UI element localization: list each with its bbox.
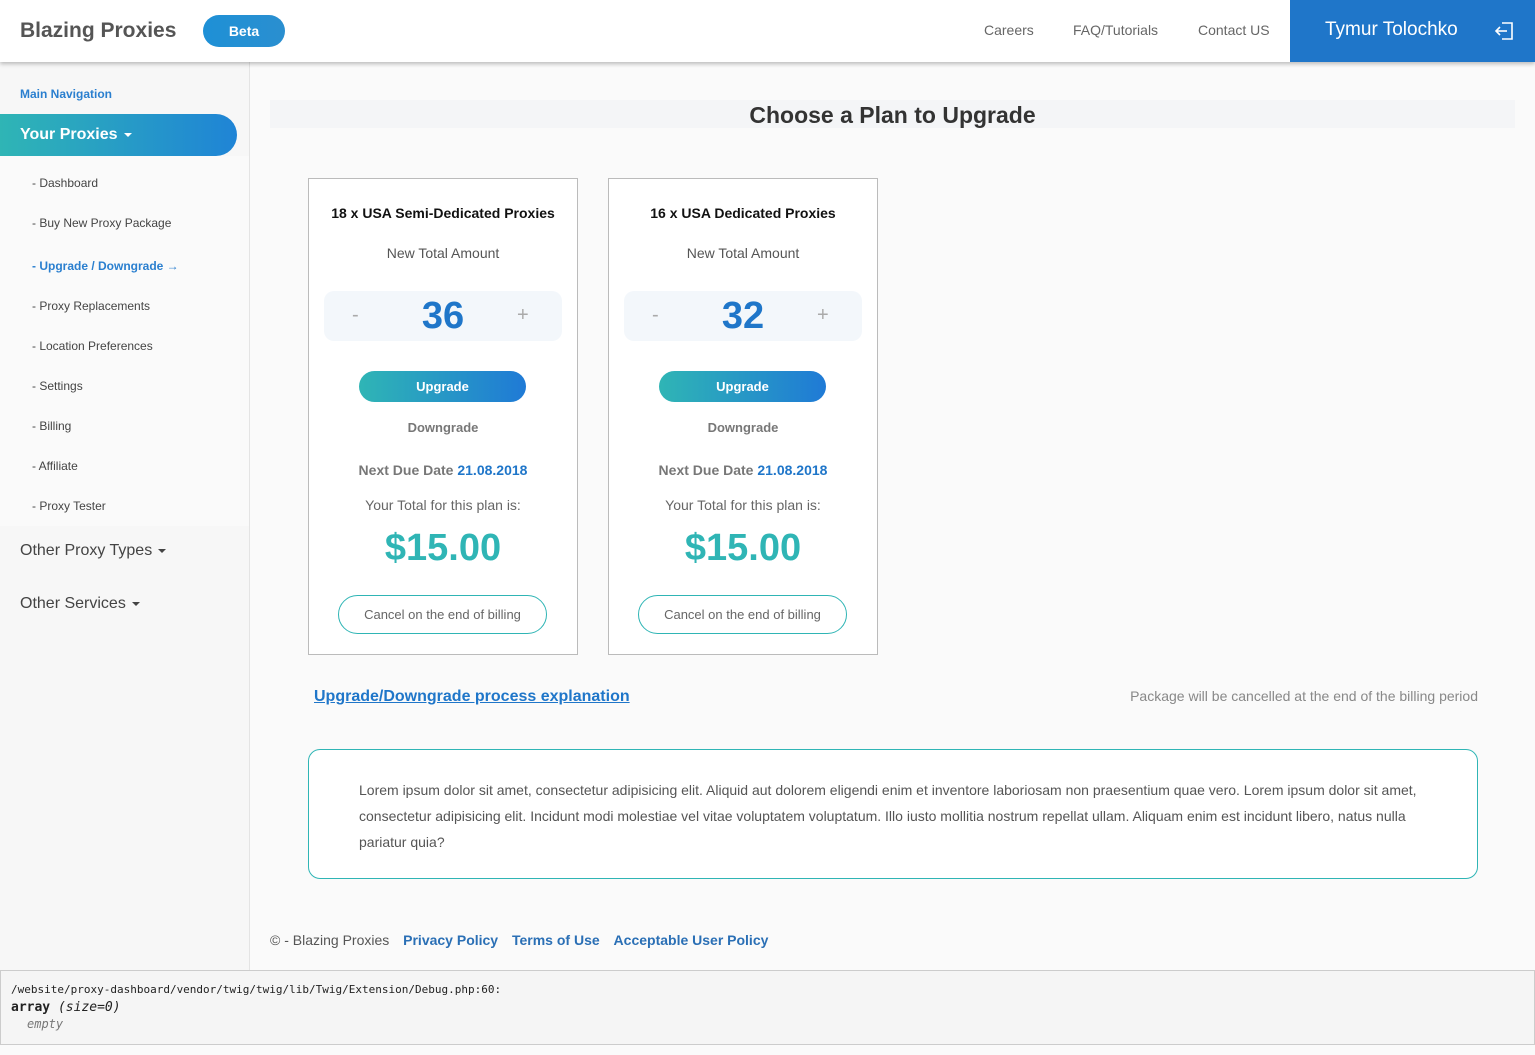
sidebar-group-your-proxies[interactable]: Your Proxies bbox=[0, 114, 237, 156]
sidebar-group-label: Other Services bbox=[20, 595, 126, 612]
plan-card: 16 x USA Dedicated Proxies New Total Amo… bbox=[608, 178, 878, 655]
logout-icon[interactable] bbox=[1493, 19, 1517, 43]
quantity-stepper: - 32 + bbox=[624, 291, 862, 341]
debug-size: (size=0) bbox=[57, 1000, 121, 1015]
debug-output: /website/proxy-dashboard/vendor/twig/twi… bbox=[0, 970, 1535, 1045]
user-menu[interactable]: Tymur Tolochko bbox=[1290, 0, 1535, 62]
plan-subtitle: New Total Amount bbox=[386, 245, 500, 261]
next-due-date: Next Due Date 21.08.2018 bbox=[609, 462, 877, 478]
caret-down-icon bbox=[131, 601, 140, 606]
copyright: © - Blazing Proxies bbox=[270, 932, 390, 948]
sidebar-group-label: Your Proxies bbox=[20, 126, 118, 143]
footer: © - Blazing Proxies Privacy Policy Terms… bbox=[270, 932, 768, 948]
plan-title: 18 x USA Semi-Dedicated Proxies bbox=[331, 205, 555, 221]
sidebar-item-dashboard[interactable]: - Dashboard bbox=[32, 176, 98, 190]
sidebar-heading: Main Navigation bbox=[20, 87, 113, 101]
top-header: Blazing Proxies Beta Careers FAQ/Tutoria… bbox=[0, 0, 1535, 62]
privacy-policy-link[interactable]: Privacy Policy bbox=[403, 932, 498, 948]
caret-down-icon bbox=[123, 132, 132, 137]
quantity-stepper: - 36 + bbox=[324, 291, 562, 341]
debug-type: array (size=0) bbox=[11, 1000, 1524, 1015]
due-label: Next Due Date bbox=[358, 462, 454, 478]
upgrade-button[interactable]: Upgrade bbox=[659, 371, 826, 402]
due-label: Next Due Date bbox=[658, 462, 754, 478]
caret-down-icon bbox=[158, 548, 167, 553]
plan-price: $15.00 bbox=[384, 527, 502, 569]
sidebar-item-proxy-replacements[interactable]: - Proxy Replacements bbox=[32, 299, 150, 313]
sidebar-group-other-services[interactable]: Other Services bbox=[20, 595, 140, 613]
nav-faq-tutorials[interactable]: FAQ/Tutorials bbox=[1073, 22, 1158, 38]
nav-contact-us[interactable]: Contact US bbox=[1198, 22, 1270, 38]
sidebar-item-affiliate[interactable]: - Affiliate bbox=[32, 459, 78, 473]
sidebar-item-location-preferences[interactable]: - Location Preferences bbox=[32, 339, 153, 353]
cancel-billing-button[interactable]: Cancel on the end of billing bbox=[338, 595, 547, 634]
info-box: Lorem ipsum dolor sit amet, consectetur … bbox=[308, 749, 1478, 879]
sidebar-item-proxy-tester[interactable]: - Proxy Tester bbox=[32, 499, 106, 513]
nav-careers[interactable]: Careers bbox=[984, 22, 1034, 38]
user-name[interactable]: Tymur Tolochko bbox=[1325, 19, 1458, 41]
terms-of-use-link[interactable]: Terms of Use bbox=[512, 932, 600, 948]
plan-card: 18 x USA Semi-Dedicated Proxies New Tota… bbox=[308, 178, 578, 655]
acceptable-user-policy-link[interactable]: Acceptable User Policy bbox=[614, 932, 769, 948]
debug-type-name: array bbox=[11, 1000, 51, 1015]
page-title: Choose a Plan to Upgrade bbox=[749, 102, 1036, 128]
sidebar: Main Navigation Your Proxies - Dashboard… bbox=[0, 62, 250, 970]
next-due-date: Next Due Date 21.08.2018 bbox=[309, 462, 577, 478]
total-label: Your Total for this plan is: bbox=[665, 497, 821, 513]
cancel-note: Package will be cancelled at the end of … bbox=[1130, 688, 1478, 704]
sidebar-group-other-proxy-types[interactable]: Other Proxy Types bbox=[20, 542, 167, 560]
info-text: Lorem ipsum dolor sit amet, consectetur … bbox=[359, 782, 1417, 850]
sidebar-group-label: Other Proxy Types bbox=[20, 542, 153, 559]
sidebar-item-upgrade-downgrade[interactable]: - Upgrade / Downgrade → bbox=[32, 259, 179, 273]
sidebar-submenu: - Dashboard - Buy New Proxy Package - Up… bbox=[0, 156, 249, 526]
total-label: Your Total for this plan is: bbox=[365, 497, 521, 513]
sidebar-item-billing[interactable]: - Billing bbox=[32, 419, 71, 433]
process-explanation-link[interactable]: Upgrade/Downgrade process explanation bbox=[314, 688, 630, 706]
increment-button[interactable]: + bbox=[517, 304, 529, 327]
downgrade-button[interactable]: Downgrade bbox=[309, 420, 577, 435]
debug-path: /website/proxy-dashboard/vendor/twig/twi… bbox=[11, 983, 502, 996]
upgrade-button[interactable]: Upgrade bbox=[359, 371, 526, 402]
plan-price: $15.00 bbox=[684, 527, 802, 569]
beta-badge[interactable]: Beta bbox=[203, 15, 285, 47]
sidebar-item-settings[interactable]: - Settings bbox=[32, 379, 83, 393]
increment-button[interactable]: + bbox=[817, 304, 829, 327]
due-date: 21.08.2018 bbox=[757, 462, 828, 478]
plan-title: 16 x USA Dedicated Proxies bbox=[650, 205, 836, 221]
sidebar-item-buy-new-proxy-package[interactable]: - Buy New Proxy Package bbox=[32, 216, 171, 230]
debug-empty: empty bbox=[27, 1017, 64, 1031]
plan-subtitle: New Total Amount bbox=[686, 245, 800, 261]
brand-logo[interactable]: Blazing Proxies bbox=[20, 19, 176, 43]
cancel-billing-button[interactable]: Cancel on the end of billing bbox=[638, 595, 847, 634]
downgrade-button[interactable]: Downgrade bbox=[609, 420, 877, 435]
due-date: 21.08.2018 bbox=[457, 462, 528, 478]
